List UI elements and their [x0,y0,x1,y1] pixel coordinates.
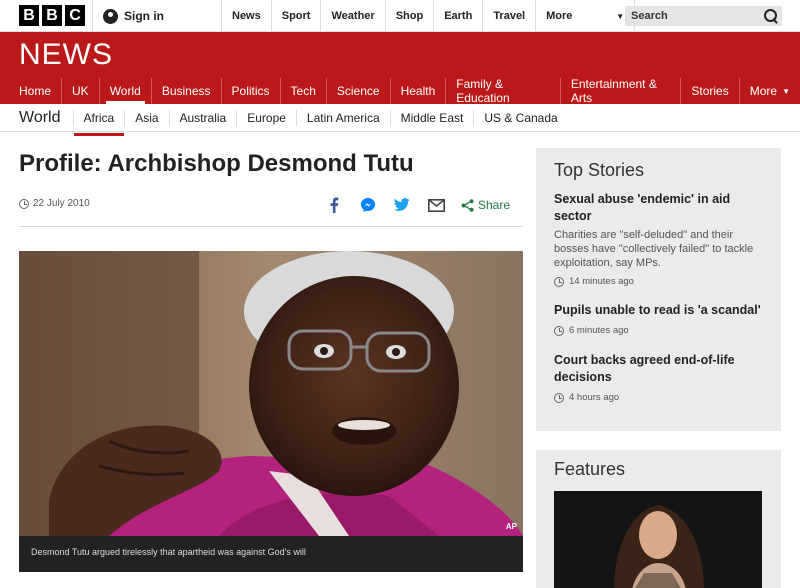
image-caption: Desmond Tutu argued tirelessly that apar… [19,536,523,572]
article-date-text: 22 July 2010 [33,198,90,209]
share-tools: Share [325,196,510,214]
nav-entertainment-arts[interactable]: Entertainment & Arts [559,77,681,105]
sub-nav: World Africa Asia Australia Europe Latin… [0,104,800,136]
bbc-logo-letter: C [65,5,85,26]
top-nav-more[interactable]: More ▼ [535,0,636,32]
share-button[interactable]: Share [461,198,510,212]
bbc-top-bar: B B C Sign in News Sport Weather Shop Ea… [0,0,800,32]
story-time-text: 6 minutes ago [569,325,629,336]
bbc-logo[interactable]: B B C [19,5,85,26]
nav-uk[interactable]: UK [61,78,99,104]
facebook-icon[interactable] [325,196,343,214]
share-label: Share [478,198,511,212]
subnav-africa[interactable]: Africa [72,109,125,136]
story-timestamp: 14 minutes ago [554,276,769,287]
top-stories-title: Top Stories [554,160,645,180]
user-icon [103,8,118,24]
top-story-item[interactable]: Sexual abuse 'endemic' in aid sector Cha… [554,191,769,287]
story-headline[interactable]: Pupils unable to read is 'a scandal' [554,302,769,319]
section-title[interactable]: World [0,109,73,127]
divider [19,226,523,227]
story-headline[interactable]: Sexual abuse 'endemic' in aid sector [554,191,769,225]
article-headline: Profile: Archbishop Desmond Tutu [19,150,414,177]
nav-tech[interactable]: Tech [279,78,326,104]
clock-icon [19,198,29,209]
story-timestamp: 4 hours ago [554,392,769,403]
email-icon[interactable] [427,196,445,214]
top-stories-panel: Top Stories Sexual abuse 'endemic' in ai… [536,148,781,431]
share-icon [461,198,474,212]
top-nav: News Sport Weather Shop Earth Travel Mor… [221,0,636,32]
search-icon[interactable] [764,9,778,23]
article-photo: AP [19,251,523,536]
top-nav-more-label: More [546,10,573,22]
subnav-middle-east[interactable]: Middle East [389,109,474,126]
story-summary: Charities are "self-deluded" and their b… [554,229,754,269]
messenger-icon[interactable] [359,196,377,214]
top-nav-news[interactable]: News [221,0,271,32]
sign-in-link[interactable]: Sign in [92,0,220,32]
bbc-logo-letter: B [19,5,39,26]
nav-science[interactable]: Science [325,78,390,104]
top-nav-sport[interactable]: Sport [270,0,321,32]
news-masthead: NEWS [0,32,800,78]
bbc-logo-letter: B [42,5,62,26]
article-date: 22 July 2010 [19,198,90,209]
story-time-text: 4 hours ago [569,392,620,403]
top-nav-earth[interactable]: Earth [433,0,482,32]
features-title: Features [554,459,626,479]
clock-icon [554,276,564,287]
subnav-asia[interactable]: Asia [124,109,168,126]
feature-photo [554,491,762,588]
image-credit: AP [505,522,517,531]
top-nav-weather[interactable]: Weather [320,0,384,32]
subnav-australia[interactable]: Australia [168,109,237,126]
nav-politics[interactable]: Politics [220,78,280,104]
sign-in-label: Sign in [124,9,164,23]
story-time-text: 14 minutes ago [569,276,634,287]
nav-more[interactable]: More ▼ [738,78,800,104]
portrait-image [19,251,523,536]
story-timestamp: 6 minutes ago [554,325,769,336]
caret-down-icon: ▼ [782,86,790,96]
nav-business[interactable]: Business [150,78,221,104]
features-panel: Features [536,450,781,588]
top-nav-shop[interactable]: Shop [384,0,434,32]
nav-home[interactable]: Home [9,78,61,104]
top-story-item[interactable]: Court backs agreed end-of-life decisions… [554,352,769,403]
nav-health[interactable]: Health [389,78,446,104]
nav-family-education[interactable]: Family & Education [445,77,560,105]
nav-more-label: More [749,84,778,98]
clock-icon [554,392,564,403]
subnav-us-canada[interactable]: US & Canada [473,109,567,126]
search-input[interactable] [631,10,751,22]
search-box [625,6,782,26]
main-nav: Home UK World Business Politics Tech Sci… [0,77,800,105]
story-headline[interactable]: Court backs agreed end-of-life decisions [554,352,769,386]
top-nav-travel[interactable]: Travel [482,0,535,32]
feature-image[interactable] [554,491,762,588]
caret-down-icon: ▼ [616,11,625,21]
nav-stories[interactable]: Stories [680,78,738,104]
subnav-latin-america[interactable]: Latin America [295,109,390,126]
clock-icon [554,325,564,336]
twitter-icon[interactable] [393,196,411,214]
nav-world[interactable]: World [98,78,151,104]
top-story-item[interactable]: Pupils unable to read is 'a scandal' 6 m… [554,302,769,336]
subnav-europe[interactable]: Europe [236,109,296,126]
news-logo[interactable]: NEWS [19,38,113,72]
